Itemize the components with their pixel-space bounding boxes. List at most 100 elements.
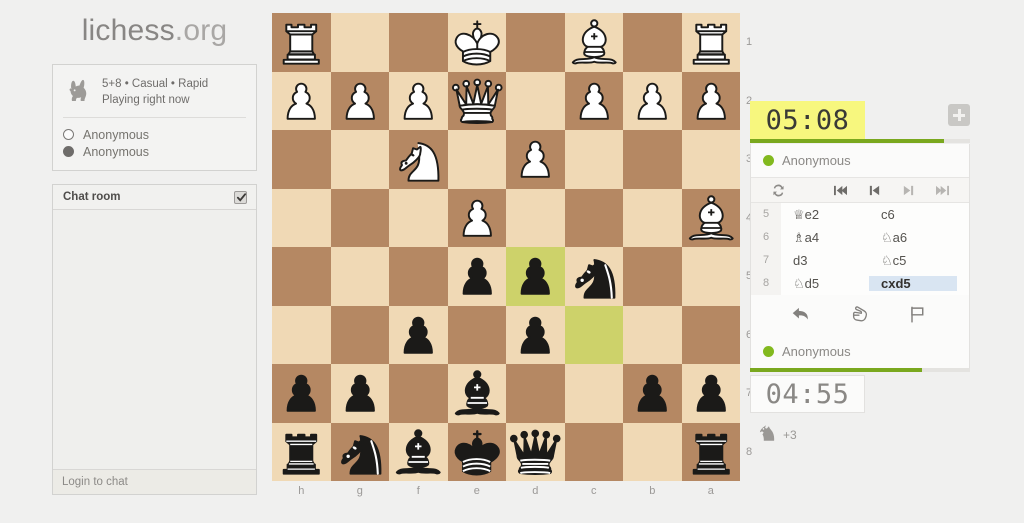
board-square-b8[interactable] xyxy=(623,422,682,481)
board-square-f3[interactable] xyxy=(389,130,448,189)
move-white-6[interactable]: ♗a4 xyxy=(781,230,869,246)
board-square-e5[interactable] xyxy=(447,247,507,306)
checkbox-checked-icon[interactable] xyxy=(234,190,247,204)
white-pawn-a2[interactable] xyxy=(682,72,741,131)
black-pawn-d5[interactable] xyxy=(506,247,565,306)
board-square-g3[interactable] xyxy=(330,130,389,189)
board-square-d5[interactable] xyxy=(506,247,565,306)
opponent-top-row[interactable]: Anonymous xyxy=(751,144,969,177)
board-square-g7[interactable] xyxy=(330,364,390,423)
board-square-f8[interactable] xyxy=(389,422,448,482)
board-square-a3[interactable] xyxy=(681,130,740,189)
black-bishop-f8[interactable] xyxy=(389,423,448,482)
board-square-h4[interactable] xyxy=(272,188,331,247)
board-square-g1[interactable] xyxy=(330,13,389,72)
board-square-f2[interactable] xyxy=(389,71,448,130)
board-square-e3[interactable] xyxy=(447,130,506,189)
chess-board[interactable] xyxy=(272,13,740,481)
board-square-b5[interactable] xyxy=(623,247,682,306)
move-white-8[interactable]: ♘d5 xyxy=(781,276,869,292)
skip-forward-icon[interactable] xyxy=(925,177,959,203)
board-square-d1[interactable] xyxy=(506,13,565,72)
board-square-c4[interactable] xyxy=(564,188,623,247)
player-row-black[interactable]: Anonymous xyxy=(63,143,246,160)
black-pawn-h7[interactable] xyxy=(272,364,331,423)
white-pawn-e4[interactable] xyxy=(448,189,507,248)
board-square-c3[interactable] xyxy=(564,130,623,189)
board-square-a4[interactable] xyxy=(681,188,741,248)
board-square-d4[interactable] xyxy=(506,188,565,247)
board-square-d3[interactable] xyxy=(506,130,565,189)
board-square-e7[interactable] xyxy=(447,364,507,423)
player-row-white[interactable]: Anonymous xyxy=(63,126,246,143)
board-square-c5[interactable] xyxy=(564,247,624,306)
board-square-b2[interactable] xyxy=(623,71,682,131)
board-square-e4[interactable] xyxy=(447,188,507,248)
step-backward-icon[interactable] xyxy=(857,177,891,203)
board-square-a6[interactable] xyxy=(681,305,740,364)
board-square-a5[interactable] xyxy=(681,247,740,306)
plus-icon[interactable] xyxy=(948,104,970,126)
board-square-b1[interactable] xyxy=(623,13,682,72)
board-square-g4[interactable] xyxy=(330,188,389,247)
black-pawn-g7[interactable] xyxy=(331,364,390,423)
hand-icon[interactable] xyxy=(840,295,880,335)
white-pawn-b2[interactable] xyxy=(623,72,682,131)
white-pawn-d3[interactable] xyxy=(506,130,565,189)
step-forward-icon[interactable] xyxy=(891,177,925,203)
move-white-5[interactable]: ♕e2 xyxy=(781,207,869,223)
white-knight-f3[interactable] xyxy=(389,130,448,189)
black-pawn-e5[interactable] xyxy=(448,247,507,306)
white-rook-h1[interactable] xyxy=(272,13,331,72)
board-square-f6[interactable] xyxy=(389,305,448,364)
board-square-g5[interactable] xyxy=(330,247,389,306)
black-king-e8[interactable] xyxy=(448,423,507,482)
board-square-b4[interactable] xyxy=(623,188,682,247)
board-square-f4[interactable] xyxy=(389,188,448,247)
black-knight-g8[interactable] xyxy=(331,423,390,482)
board-square-h1[interactable] xyxy=(272,13,331,72)
board-square-c8[interactable] xyxy=(564,422,623,481)
white-pawn-c2[interactable] xyxy=(565,72,624,131)
chat-login-prompt[interactable]: Login to chat xyxy=(53,469,256,494)
flip-board-icon[interactable] xyxy=(761,177,795,203)
white-king-e1[interactable] xyxy=(448,13,507,72)
board-square-c6[interactable] xyxy=(564,305,623,364)
white-bishop-c1[interactable] xyxy=(565,13,624,72)
board-square-d6[interactable] xyxy=(506,305,565,364)
black-rook-h8[interactable] xyxy=(272,423,331,482)
board-square-f5[interactable] xyxy=(389,247,448,306)
board-square-h5[interactable] xyxy=(272,247,331,306)
board-square-f1[interactable] xyxy=(389,13,448,72)
black-queen-d8[interactable] xyxy=(506,423,565,482)
board-square-d2[interactable] xyxy=(506,71,565,130)
opponent-bottom-row[interactable]: Anonymous xyxy=(751,335,969,368)
site-logo[interactable]: lichess.org xyxy=(52,14,257,64)
board-square-e2[interactable] xyxy=(447,71,506,130)
board-square-c7[interactable] xyxy=(564,364,623,423)
board-square-c2[interactable] xyxy=(564,71,624,131)
board-square-g2[interactable] xyxy=(330,71,390,131)
move-list[interactable]: 5 ♕e2 c6 6 ♗a4 ♘a6 7 d3 ♘c5 8 ♘d5 cxd5 xyxy=(751,203,969,295)
board-square-a1[interactable] xyxy=(681,13,741,72)
board-square-c1[interactable] xyxy=(564,13,624,72)
flag-icon[interactable] xyxy=(898,295,938,335)
white-bishop-a4[interactable] xyxy=(682,189,741,248)
move-black-6[interactable]: ♘a6 xyxy=(869,230,957,246)
board-square-h7[interactable] xyxy=(272,364,331,423)
black-knight-c5[interactable] xyxy=(565,247,624,306)
board-square-d8[interactable] xyxy=(506,422,565,482)
black-bishop-e7[interactable] xyxy=(448,364,507,423)
skip-backward-icon[interactable] xyxy=(823,177,857,203)
board-square-g8[interactable] xyxy=(330,422,390,482)
board-square-f7[interactable] xyxy=(389,364,448,423)
board-square-e8[interactable] xyxy=(447,422,507,482)
board-square-a7[interactable] xyxy=(681,364,740,423)
white-pawn-g2[interactable] xyxy=(331,72,390,131)
board-square-h8[interactable] xyxy=(272,422,331,482)
white-pawn-h2[interactable] xyxy=(272,72,331,131)
board-square-e6[interactable] xyxy=(447,305,506,364)
board-square-b7[interactable] xyxy=(623,364,682,423)
white-rook-a1[interactable] xyxy=(682,13,741,72)
black-rook-a8[interactable] xyxy=(682,423,741,482)
